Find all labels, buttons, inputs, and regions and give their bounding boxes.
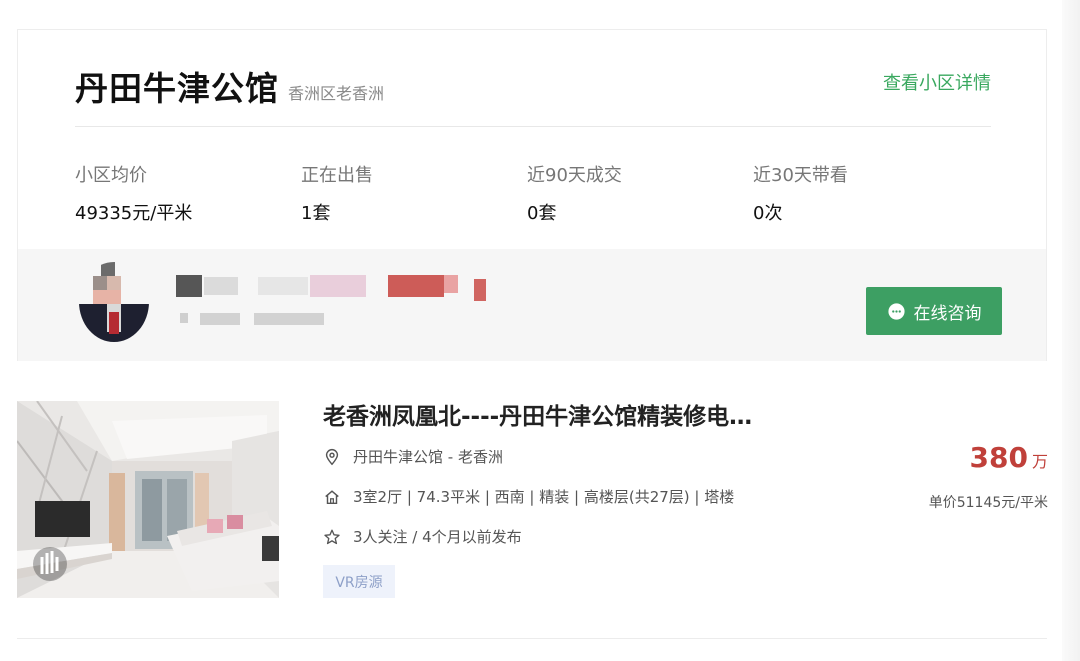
page: 丹田牛津公馆 香洲区老香洲 查看小区详情 小区均价 49335元/平米 正在出售… — [0, 0, 1080, 661]
page-edge — [1062, 0, 1080, 661]
listing-price: 380 万 — [970, 441, 1048, 474]
listing-follow-row: 3人关注 / 4个月以前发布 — [323, 526, 522, 547]
listing-attributes-row: 3室2厅 | 74.3平米 | 西南 | 精装 | 高楼层(共27层) | 塔楼 — [323, 486, 734, 507]
house-icon — [325, 489, 339, 504]
agent-subtitle-redacted — [200, 313, 240, 325]
agent-name-redacted — [258, 277, 308, 295]
listing-follow-info: 3人关注 / 4个月以前发布 — [353, 528, 522, 546]
agent-bar: 在线咨询 — [18, 249, 1046, 361]
agent-name-redacted — [176, 275, 202, 297]
price-unit: 万 — [1031, 452, 1048, 471]
listing-photo[interactable] — [17, 401, 279, 598]
agent-badge-redacted — [444, 275, 458, 293]
view-community-details-link[interactable]: 查看小区详情 — [883, 69, 991, 95]
agent-badge-redacted — [310, 275, 366, 297]
listing-location-row: 丹田牛津公馆 - 老香洲 — [323, 446, 503, 467]
stat-value: 1套 — [301, 203, 331, 224]
community-header: 丹田牛津公馆 香洲区老香洲 查看小区详情 — [75, 62, 991, 127]
chat-bubble-icon — [887, 302, 905, 320]
community-name: 丹田牛津公馆 — [75, 69, 279, 108]
stat-value: 49335元/平米 — [75, 203, 193, 224]
community-stats: 小区均价 49335元/平米 正在出售 1套 近90天成交 0套 近30天带看 … — [75, 161, 991, 224]
stat-label: 小区均价 — [75, 165, 147, 186]
listing-title[interactable]: 老香洲凤凰北----丹田牛津公馆精装修电… — [323, 397, 752, 431]
online-consult-button[interactable]: 在线咨询 — [866, 287, 1002, 335]
stat-label: 近30天带看 — [753, 165, 848, 186]
stat-viewings-30d: 近30天带看 0次 — [753, 161, 979, 225]
location-pin-icon — [325, 448, 339, 465]
agent-badge-redacted — [474, 279, 486, 301]
stat-on-sale: 正在出售 1套 — [301, 161, 527, 225]
stat-value: 0套 — [527, 203, 557, 224]
agent-subtitle-redacted — [180, 313, 188, 323]
stat-label: 正在出售 — [301, 165, 373, 186]
living-room-photo — [17, 401, 279, 598]
stat-deals-90d: 近90天成交 0套 — [527, 161, 753, 225]
listing-location[interactable]: 丹田牛津公馆 - 老香洲 — [353, 446, 503, 467]
stat-value: 0次 — [753, 203, 783, 224]
agent-avatar[interactable] — [79, 262, 149, 342]
price-value: 380 — [969, 441, 1028, 474]
divider — [17, 638, 1047, 639]
stat-label: 近90天成交 — [527, 165, 622, 186]
listing-attributes: 3室2厅 | 74.3平米 | 西南 | 精装 | 高楼层(共27层) | 塔楼 — [353, 488, 735, 506]
stat-avg-price: 小区均价 49335元/平米 — [75, 161, 301, 225]
unit-price: 单价51145元/平米 — [928, 495, 1048, 511]
star-icon — [324, 529, 340, 544]
online-consult-label: 在线咨询 — [913, 303, 982, 324]
vr-listing-tag: VR房源 — [323, 565, 395, 598]
community-card: 丹田牛津公馆 香洲区老香洲 查看小区详情 小区均价 49335元/平米 正在出售… — [17, 29, 1047, 361]
agent-badge-redacted — [388, 275, 444, 297]
agent-subtitle-redacted — [254, 313, 324, 325]
agent-name-redacted — [204, 277, 238, 295]
community-district: 香洲区老香洲 — [288, 84, 385, 103]
